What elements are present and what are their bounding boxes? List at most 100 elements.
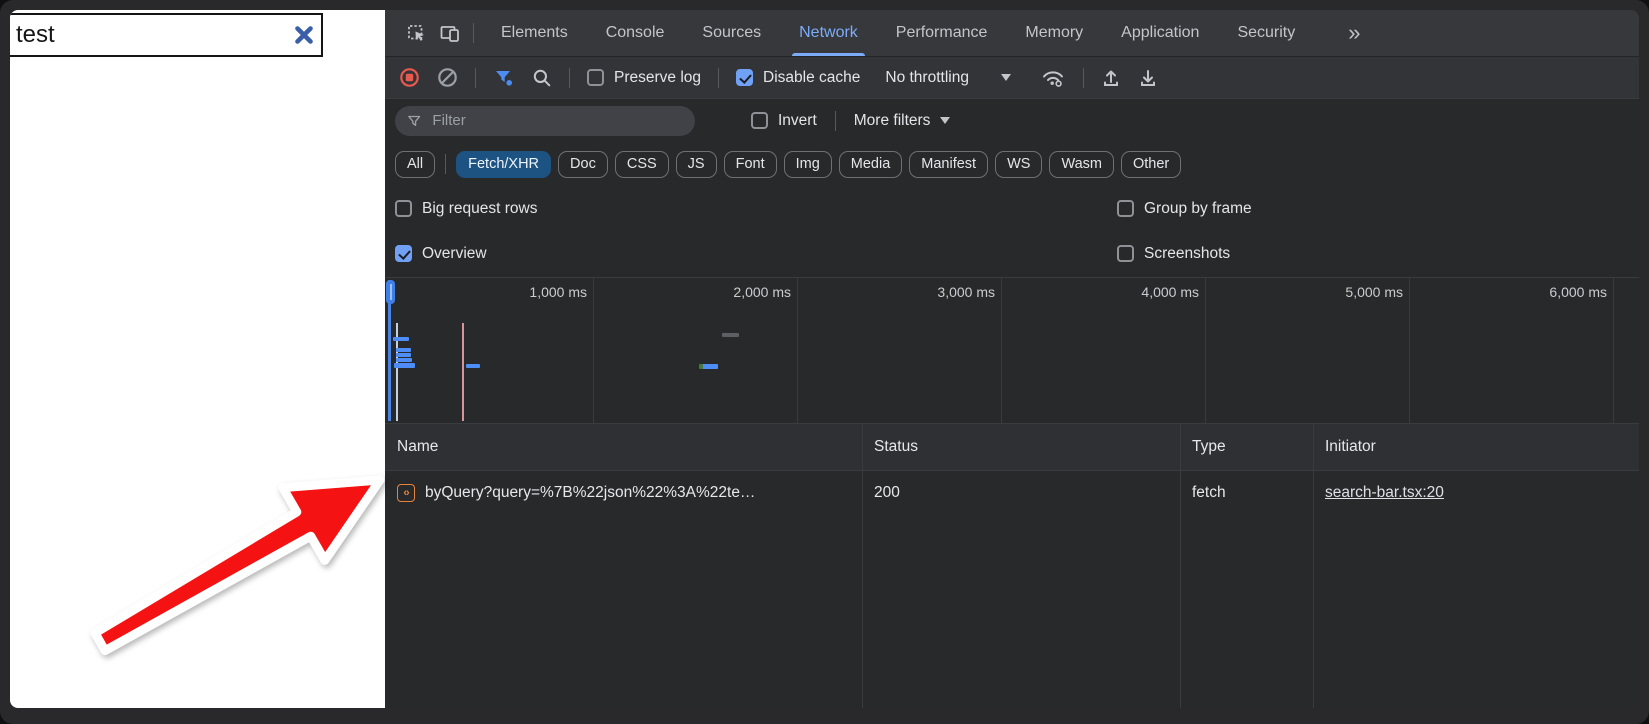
tab-memory[interactable]: Memory (1006, 10, 1102, 56)
chip-js[interactable]: JS (676, 151, 717, 178)
chip-all[interactable]: All (395, 151, 435, 178)
timeline-tick-label: 6,000 ms (1549, 284, 1607, 300)
tab-performance[interactable]: Performance (877, 10, 1007, 56)
network-filter-row: Invert More filters (385, 99, 1639, 142)
tab-elements[interactable]: Elements (482, 10, 587, 56)
tab-sources[interactable]: Sources (683, 10, 780, 56)
timeline-gridline (1409, 278, 1410, 423)
more-tabs-chevron[interactable]: » (1348, 22, 1360, 44)
upload-icon (1101, 67, 1121, 88)
options-row-2: Overview Screenshots (385, 232, 1639, 275)
disable-cache-label: Disable cache (763, 69, 860, 87)
clear-network-log-button[interactable] (437, 67, 458, 88)
import-har-button[interactable] (1101, 67, 1121, 88)
overview-label: Overview (422, 245, 487, 263)
chip-manifest[interactable]: Manifest (909, 151, 988, 178)
column-header-name[interactable]: Name (397, 424, 438, 470)
request-table-row[interactable]: ‹› byQuery?query=%7B%22json%22%3A%22te… … (385, 471, 1639, 515)
toolbar-divider (718, 68, 719, 88)
chip-ws[interactable]: WS (995, 151, 1042, 178)
timeline-gridline (593, 278, 594, 423)
request-type: fetch (1192, 471, 1226, 515)
inspect-element-button[interactable] (399, 18, 433, 48)
tab-console[interactable]: Console (587, 10, 684, 56)
network-conditions-wifi-icon (1040, 67, 1066, 89)
toolbar-divider (569, 68, 570, 88)
chip-other[interactable]: Other (1121, 151, 1181, 178)
checkbox-checked (736, 69, 753, 86)
chevron-down-icon (940, 117, 950, 124)
search-button[interactable] (532, 68, 552, 88)
chip-fetch-xhr[interactable]: Fetch/XHR (456, 151, 551, 178)
chip-media[interactable]: Media (839, 151, 903, 178)
chip-font[interactable]: Font (724, 151, 777, 178)
request-initiator-link[interactable]: search-bar.tsx:20 (1325, 484, 1444, 502)
options-row-1: Big request rows Group by frame (385, 187, 1639, 230)
group-by-frame-checkbox[interactable]: Group by frame (1117, 187, 1252, 230)
chevron-down-icon (1001, 74, 1011, 81)
toolbar-divider (475, 68, 476, 88)
timeline-tick-label: 5,000 ms (1345, 284, 1403, 300)
request-bar (396, 348, 411, 352)
timeline-gridline (1613, 278, 1614, 423)
chip-doc[interactable]: Doc (558, 151, 608, 178)
device-toolbar-button[interactable] (433, 18, 467, 48)
tab-security[interactable]: Security (1218, 10, 1314, 56)
preserve-log-checkbox[interactable]: Preserve log (587, 69, 701, 87)
request-bar (466, 364, 480, 368)
screenshots-checkbox[interactable]: Screenshots (1117, 232, 1230, 275)
timeline-tick-label: 4,000 ms (1141, 284, 1199, 300)
download-icon (1138, 67, 1158, 88)
chip-divider (445, 154, 446, 174)
export-har-button[interactable] (1138, 67, 1158, 88)
timeline-tick-label: 1,000 ms (529, 284, 587, 300)
chip-css[interactable]: CSS (615, 151, 669, 178)
tab-application[interactable]: Application (1102, 10, 1218, 56)
request-bar (394, 363, 415, 368)
network-toolbar: Preserve log Disable cache No throttling (385, 57, 1639, 99)
timeline-gridline (797, 278, 798, 423)
checkbox-unchecked (1117, 200, 1134, 217)
disable-cache-checkbox[interactable]: Disable cache (736, 69, 860, 87)
overview-checkbox[interactable]: Overview (395, 232, 487, 275)
invert-checkbox[interactable]: Invert (751, 112, 817, 130)
page-search-box (10, 13, 323, 57)
checkbox-checked (395, 245, 412, 262)
filter-input-pill[interactable] (395, 106, 695, 136)
filter-funnel-outline-icon (407, 113, 421, 129)
tabbar-divider (473, 23, 474, 43)
record-network-log-button[interactable] (399, 67, 420, 88)
throttling-select[interactable]: No throttling (885, 69, 1011, 87)
checkbox-unchecked (751, 112, 768, 129)
request-bar (396, 358, 412, 362)
clear-search-button[interactable] (287, 24, 321, 46)
group-by-frame-label: Group by frame (1144, 200, 1252, 218)
web-page-panel (10, 10, 385, 708)
big-request-rows-checkbox[interactable]: Big request rows (395, 187, 537, 230)
tab-network[interactable]: Network (780, 10, 877, 56)
checkbox-unchecked (395, 200, 412, 217)
checkbox-unchecked (1117, 245, 1134, 262)
request-bar (396, 353, 411, 357)
network-conditions-button[interactable] (1040, 67, 1066, 89)
network-overview-timeline[interactable]: 1,000 ms 2,000 ms 3,000 ms 4,000 ms 5,00… (385, 277, 1639, 424)
request-type-chips: All Fetch/XHR Doc CSS JS Font Img Media … (385, 142, 1639, 186)
column-header-type[interactable]: Type (1192, 424, 1226, 470)
timeline-window-handle[interactable] (386, 280, 395, 304)
filter-toggle-button[interactable] (493, 67, 515, 89)
column-separator (1313, 424, 1314, 708)
screenshot-stage: Elements Console Sources Network Perform… (0, 0, 1649, 724)
requests-table-header: Name Status Type Initiator (385, 424, 1639, 471)
filter-input[interactable] (430, 111, 683, 130)
more-filters-dropdown[interactable]: More filters (854, 112, 951, 130)
column-header-initiator[interactable]: Initiator (1325, 424, 1376, 470)
fetch-request-icon: ‹› (397, 484, 415, 502)
timeline-tick-label: 2,000 ms (733, 284, 791, 300)
preserve-log-label: Preserve log (614, 69, 701, 87)
search-input[interactable] (10, 21, 287, 49)
chip-img[interactable]: Img (784, 151, 832, 178)
column-header-status[interactable]: Status (874, 424, 918, 470)
column-separator (862, 424, 863, 708)
chip-wasm[interactable]: Wasm (1049, 151, 1114, 178)
invert-label: Invert (778, 112, 817, 130)
